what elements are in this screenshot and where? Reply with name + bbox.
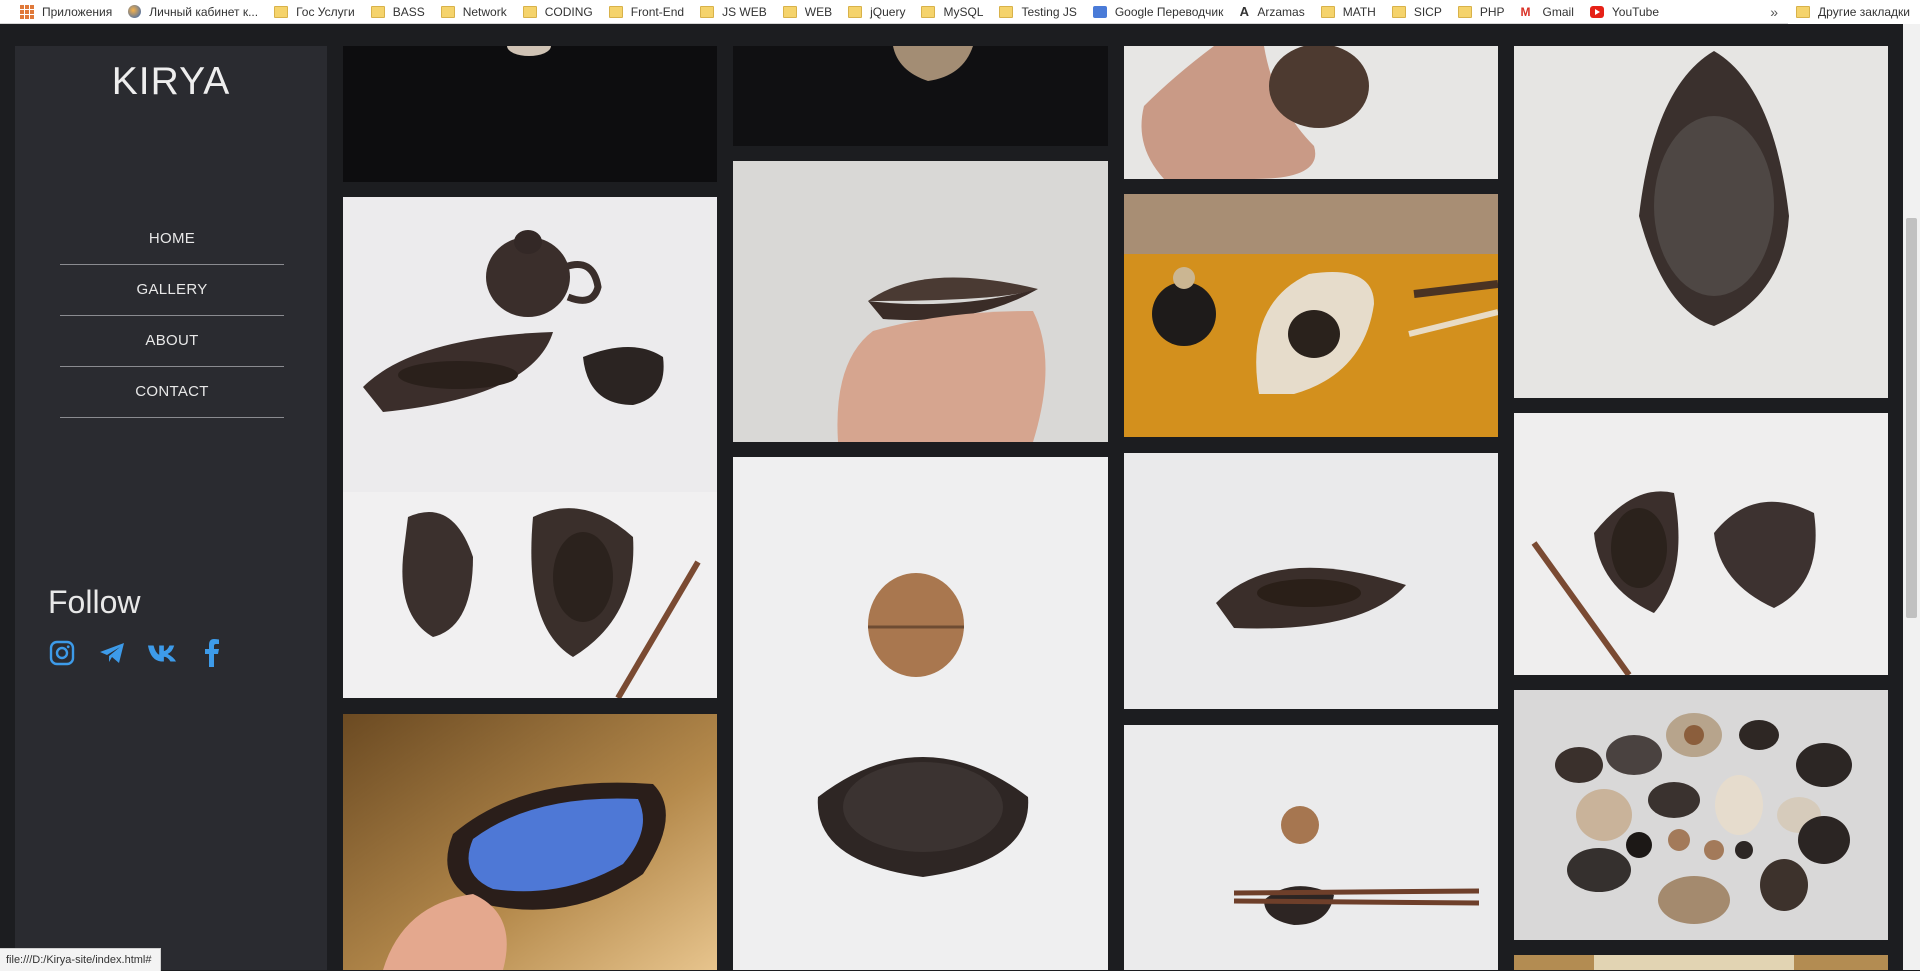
bookmark-jsweb[interactable]: JS WEB — [694, 0, 777, 23]
globe-icon — [128, 5, 142, 18]
photo-teaset[interactable] — [343, 197, 717, 698]
other-bookmarks[interactable]: Другие закладки — [1788, 0, 1920, 24]
facebook-icon[interactable] — [197, 638, 227, 668]
bookmark-testingjs[interactable]: Testing JS — [993, 0, 1086, 23]
bookmark-label: Приложения — [42, 4, 113, 19]
photo-big-bowl[interactable] — [1514, 46, 1888, 398]
folder-icon — [848, 5, 863, 18]
photo-hand-walnut-stone[interactable] — [1124, 46, 1498, 179]
site-logo[interactable]: KIRYA — [15, 60, 327, 104]
nav-gallery[interactable]: GALLERY — [60, 265, 284, 316]
nav-home[interactable]: HOME — [60, 214, 284, 265]
bookmark-google-translate[interactable]: Google Переводчик — [1087, 0, 1234, 23]
photo-bottom-partial[interactable] — [1514, 955, 1888, 970]
google-translate-icon — [1092, 5, 1107, 18]
instagram-icon[interactable] — [47, 638, 77, 668]
follow-heading: Follow — [48, 584, 141, 620]
bookmarks-more-button[interactable]: » — [1770, 0, 1778, 24]
bookmark-label: Gmail — [1542, 4, 1574, 19]
folder-icon — [999, 5, 1014, 18]
photo-walnut-bowl[interactable] — [733, 457, 1108, 970]
folder-icon — [1796, 6, 1811, 18]
bookmark-label: MATH — [1342, 4, 1376, 19]
folder-icon — [522, 5, 537, 18]
sidebar: KIRYA HOME GALLERY ABOUT CONTACT Follow — [15, 46, 327, 970]
photo-chopstick-rest[interactable] — [1124, 725, 1498, 970]
bookmark-arzamas[interactable]: A Arzamas — [1233, 0, 1314, 23]
youtube-icon — [1589, 5, 1604, 18]
photo-walnut-dish-hand[interactable] — [733, 161, 1108, 442]
bookmark-youtube[interactable]: YouTube — [1584, 0, 1669, 23]
bookmark-label: SICP — [1413, 4, 1442, 19]
other-bookmarks-label: Другие закладки — [1818, 5, 1910, 19]
bookmark-web[interactable]: WEB — [777, 0, 842, 23]
bookmark-gosuslugi[interactable]: Гос Услуги — [268, 0, 365, 23]
bookmark-label: Testing JS — [1021, 4, 1077, 19]
social-links — [47, 638, 227, 668]
folder-icon — [1391, 5, 1406, 18]
bookmark-php[interactable]: PHP — [1452, 0, 1515, 23]
bookmark-coding[interactable]: CODING — [517, 0, 603, 23]
scrollbar-thumb[interactable] — [1906, 218, 1917, 618]
folder-icon — [440, 5, 455, 18]
folder-icon — [1457, 5, 1472, 18]
apps-grid-icon — [20, 4, 34, 19]
folder-icon — [274, 5, 289, 18]
photo-collection[interactable] — [1514, 690, 1888, 940]
bookmark-label: Arzamas — [1257, 4, 1305, 19]
folder-icon — [700, 5, 715, 18]
bookmark-math[interactable]: MATH — [1315, 0, 1386, 23]
bookmark-apps[interactable]: Приложения — [14, 0, 122, 23]
bookmark-label: PHP — [1479, 4, 1505, 19]
gmail-icon: M — [1520, 4, 1531, 19]
folder-icon — [370, 5, 385, 18]
bookmark-frontend[interactable]: Front-End — [603, 0, 694, 23]
bookmark-label: WEB — [804, 4, 833, 19]
bookmark-mysql[interactable]: MySQL — [915, 0, 993, 23]
photo-blue-bowl[interactable] — [343, 714, 717, 970]
bookmark-jquery[interactable]: jQuery — [842, 0, 915, 23]
bookmark-label: Личный кабинет к... — [149, 4, 259, 19]
nav-contact[interactable]: CONTACT — [60, 367, 284, 418]
bookmark-cabinet[interactable]: Личный кабинет к... — [122, 0, 268, 23]
photo-tea-ceremony[interactable] — [1124, 194, 1498, 437]
bookmark-label: MySQL — [943, 4, 984, 19]
bookmark-bass[interactable]: BASS — [365, 0, 435, 23]
bookmark-sicp[interactable]: SICP — [1386, 0, 1452, 23]
bookmark-label: Network — [462, 4, 507, 19]
photo-leaf-dish-tea[interactable] — [1124, 453, 1498, 709]
photo-dark-top-1[interactable] — [343, 46, 717, 182]
folder-icon — [1320, 5, 1335, 18]
folder-icon — [608, 5, 623, 18]
bookmark-label: CODING — [544, 4, 593, 19]
arzamas-icon: A — [1239, 4, 1250, 19]
bookmark-label: JS WEB — [722, 4, 767, 19]
photo-two-dishes[interactable] — [1514, 413, 1888, 675]
bookmark-label: Гос Услуги — [296, 4, 355, 19]
bookmarks-bar: Приложения Личный кабинет к... Гос Услуг… — [0, 0, 1920, 24]
telegram-icon[interactable] — [97, 638, 127, 668]
bookmark-network[interactable]: Network — [435, 0, 517, 23]
bookmark-label: Front-End — [630, 4, 685, 19]
bookmark-gmail[interactable]: M Gmail — [1515, 0, 1584, 23]
bookmark-label: BASS — [392, 4, 425, 19]
bookmark-label: jQuery — [870, 4, 906, 19]
folder-icon — [782, 5, 797, 18]
bookmark-label: Google Переводчик — [1114, 4, 1224, 19]
folder-icon — [921, 5, 936, 18]
nav-about[interactable]: ABOUT — [60, 316, 284, 367]
bookmark-label: YouTube — [1611, 4, 1660, 19]
vk-icon[interactable] — [147, 638, 177, 668]
main-nav: HOME GALLERY ABOUT CONTACT — [60, 214, 284, 418]
photo-dark-top-2[interactable] — [733, 46, 1108, 146]
status-bar-url: file:///D:/Kirya-site/index.html# — [0, 948, 161, 971]
